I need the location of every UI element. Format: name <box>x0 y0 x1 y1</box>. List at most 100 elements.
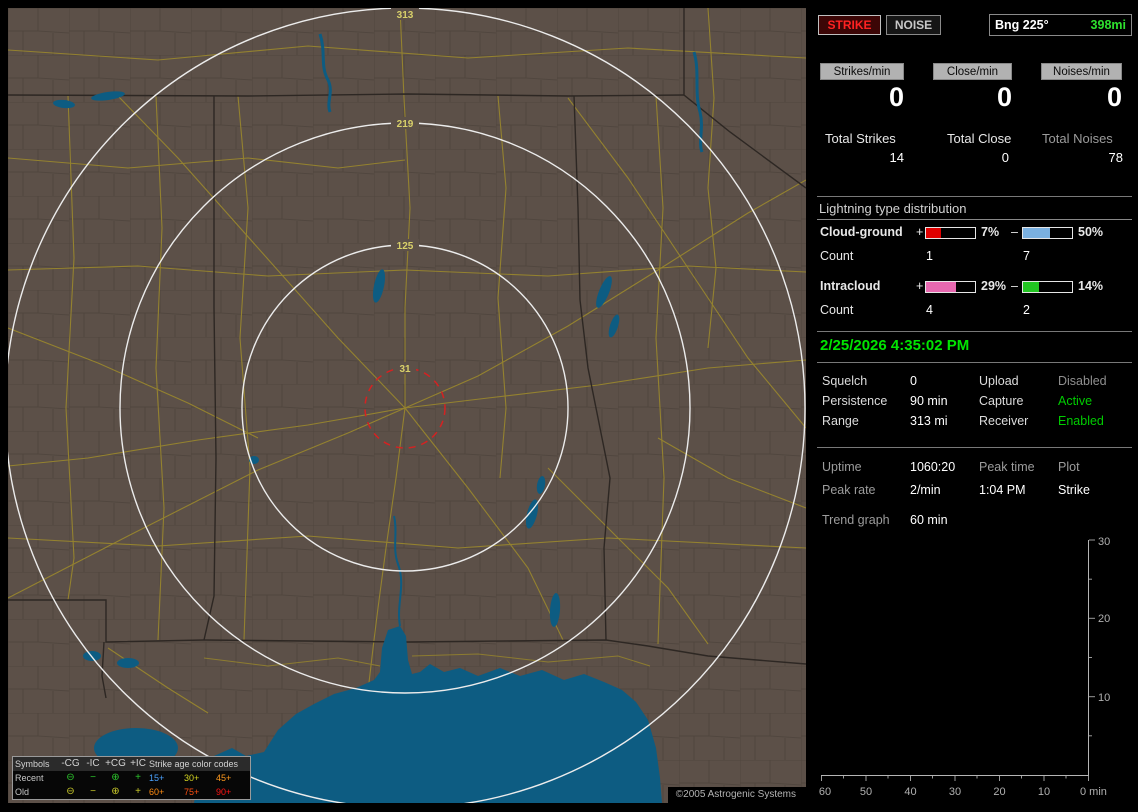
legend-col-pos-ic: +IC <box>130 758 146 769</box>
strike-mode-button[interactable]: STRIKE <box>818 15 881 35</box>
ic-minus-count: 2 <box>1023 303 1030 317</box>
age-code-60: 60+ <box>149 787 165 797</box>
capture-label: Capture <box>979 394 1024 408</box>
receiver-status: Enabled <box>1058 414 1104 428</box>
map-svg[interactable]: 313 219 125 31 <box>8 8 806 803</box>
x-tick-zero: 0 min <box>1080 786 1107 798</box>
trend-x-labels: 60 50 40 30 20 10 0 min <box>819 786 1107 798</box>
cg-plus-count: 1 <box>926 249 933 263</box>
ring-label-313: 313 <box>397 10 414 21</box>
trend-graph: 30 20 10 60 50 40 30 20 10 0 min <box>819 536 1110 798</box>
cloud-ground-label: Cloud-ground <box>820 225 903 239</box>
peak-time-value: 1:04 PM <box>979 483 1026 497</box>
ring-label-219: 219 <box>397 119 414 130</box>
divider <box>817 362 1132 363</box>
trend-graph-label: Trend graph <box>822 513 890 527</box>
cg-minus-bar-fill <box>1023 228 1050 238</box>
strike-map[interactable]: 313 219 125 31 Symbols -CG -IC +CG +IC S… <box>8 8 806 803</box>
squelch-label: Squelch <box>822 374 868 388</box>
ic-plus-bar-fill <box>926 282 957 292</box>
persistence-label: Persistence <box>822 394 888 408</box>
close-per-min-chip[interactable]: Close/min <box>933 63 1012 80</box>
ic-minus-percent: 14% <box>1078 279 1104 293</box>
x-tick-10: 10 <box>1038 786 1050 798</box>
plus-icon: + <box>135 772 141 783</box>
legend-age-header: Strike age color codes <box>149 759 239 769</box>
plus-icon: + <box>135 786 141 797</box>
range-label: Range <box>822 414 859 428</box>
age-code-15: 15+ <box>149 773 165 783</box>
ic-plus-sign: + <box>916 279 924 293</box>
current-datetime: 2/25/2026 4:35:02 PM <box>820 337 970 354</box>
total-noises-value: 78 <box>1108 150 1123 165</box>
noise-mode-button[interactable]: NOISE <box>886 15 941 35</box>
distribution-title: Lightning type distribution <box>817 201 1132 220</box>
map-legend: Symbols -CG -IC +CG +IC Strike age color… <box>12 756 251 800</box>
y-tick-20: 20 <box>1098 613 1110 625</box>
x-tick-50: 50 <box>860 786 872 798</box>
cg-plus-sign: + <box>916 225 924 239</box>
total-strikes-value: 14 <box>889 150 904 165</box>
circle-minus-icon: ⊖ <box>66 786 75 797</box>
x-tick-30: 30 <box>949 786 961 798</box>
ic-minus-sign: – <box>1011 279 1018 293</box>
trend-ticks <box>821 539 1095 781</box>
ic-plus-bar <box>925 281 976 293</box>
cg-minus-percent: 50% <box>1078 225 1104 239</box>
trend-y-labels: 30 20 10 <box>1098 536 1110 704</box>
ic-minus-bar <box>1022 281 1073 293</box>
cg-plus-bar-fill <box>926 228 941 238</box>
cg-minus-bar <box>1022 227 1073 239</box>
legend-col-neg-ic: -IC <box>86 758 100 769</box>
copyright-text: ©2005 Astrogenic Systems <box>667 787 806 803</box>
legend-recent-label: Recent <box>15 773 44 783</box>
y-tick-10: 10 <box>1098 692 1110 704</box>
peak-rate-value: 2/min <box>910 483 941 497</box>
noises-per-min-value: 0 <box>1106 82 1122 112</box>
age-code-90: 90+ <box>216 787 232 797</box>
squelch-value: 0 <box>910 374 917 388</box>
ic-plus-count: 4 <box>926 303 933 317</box>
cg-count-label: Count <box>820 249 854 263</box>
plot-label: Plot <box>1058 460 1080 474</box>
intracloud-label: Intracloud <box>820 279 881 293</box>
ic-plus-percent: 29% <box>981 279 1007 293</box>
divider <box>817 447 1132 448</box>
bearing-label: Bng 225° <box>995 18 1049 32</box>
peak-time-label: Peak time <box>979 460 1035 474</box>
ic-minus-bar-fill <box>1023 282 1040 292</box>
plot-value: Strike <box>1058 483 1090 497</box>
legend-col-neg-cg: -CG <box>61 758 80 769</box>
legend-header-row: Symbols -CG -IC +CG +IC Strike age color… <box>13 757 250 771</box>
cg-minus-count: 7 <box>1023 249 1030 263</box>
upload-status: Disabled <box>1058 374 1107 388</box>
upload-label: Upload <box>979 374 1019 388</box>
persistence-value: 90 min <box>910 394 948 408</box>
cg-plus-percent: 7% <box>981 225 1000 239</box>
x-tick-20: 20 <box>993 786 1005 798</box>
minus-icon: − <box>90 772 96 783</box>
total-close-value: 0 <box>1001 150 1009 165</box>
peak-rate-label: Peak rate <box>822 483 876 497</box>
age-code-45: 45+ <box>216 773 232 783</box>
total-strikes-label: Total Strikes <box>825 131 896 146</box>
legend-col-pos-cg: +CG <box>105 758 126 769</box>
minus-icon: − <box>90 786 96 797</box>
legend-old-row: Old ⊖ − ⊕ + 60+ 75+ 90+ <box>13 785 250 799</box>
total-noises-label: Total Noises <box>1042 131 1113 146</box>
y-tick-30: 30 <box>1098 536 1110 548</box>
bearing-distance: 398mi <box>1090 18 1126 32</box>
x-tick-40: 40 <box>904 786 916 798</box>
app-window: 313 219 125 31 Symbols -CG -IC +CG +IC S… <box>0 0 1138 812</box>
divider <box>817 331 1132 332</box>
capture-status: Active <box>1058 394 1093 408</box>
noises-per-min-chip[interactable]: Noises/min <box>1041 63 1122 80</box>
age-code-30: 30+ <box>184 773 200 783</box>
circle-plus-icon: ⊕ <box>111 772 120 783</box>
circle-plus-icon: ⊕ <box>111 786 120 797</box>
receiver-label: Receiver <box>979 414 1029 428</box>
divider <box>817 196 1132 197</box>
ring-label-31: 31 <box>399 364 411 375</box>
uptime-value: 1060:20 <box>910 460 956 474</box>
strikes-per-min-chip[interactable]: Strikes/min <box>820 63 904 80</box>
